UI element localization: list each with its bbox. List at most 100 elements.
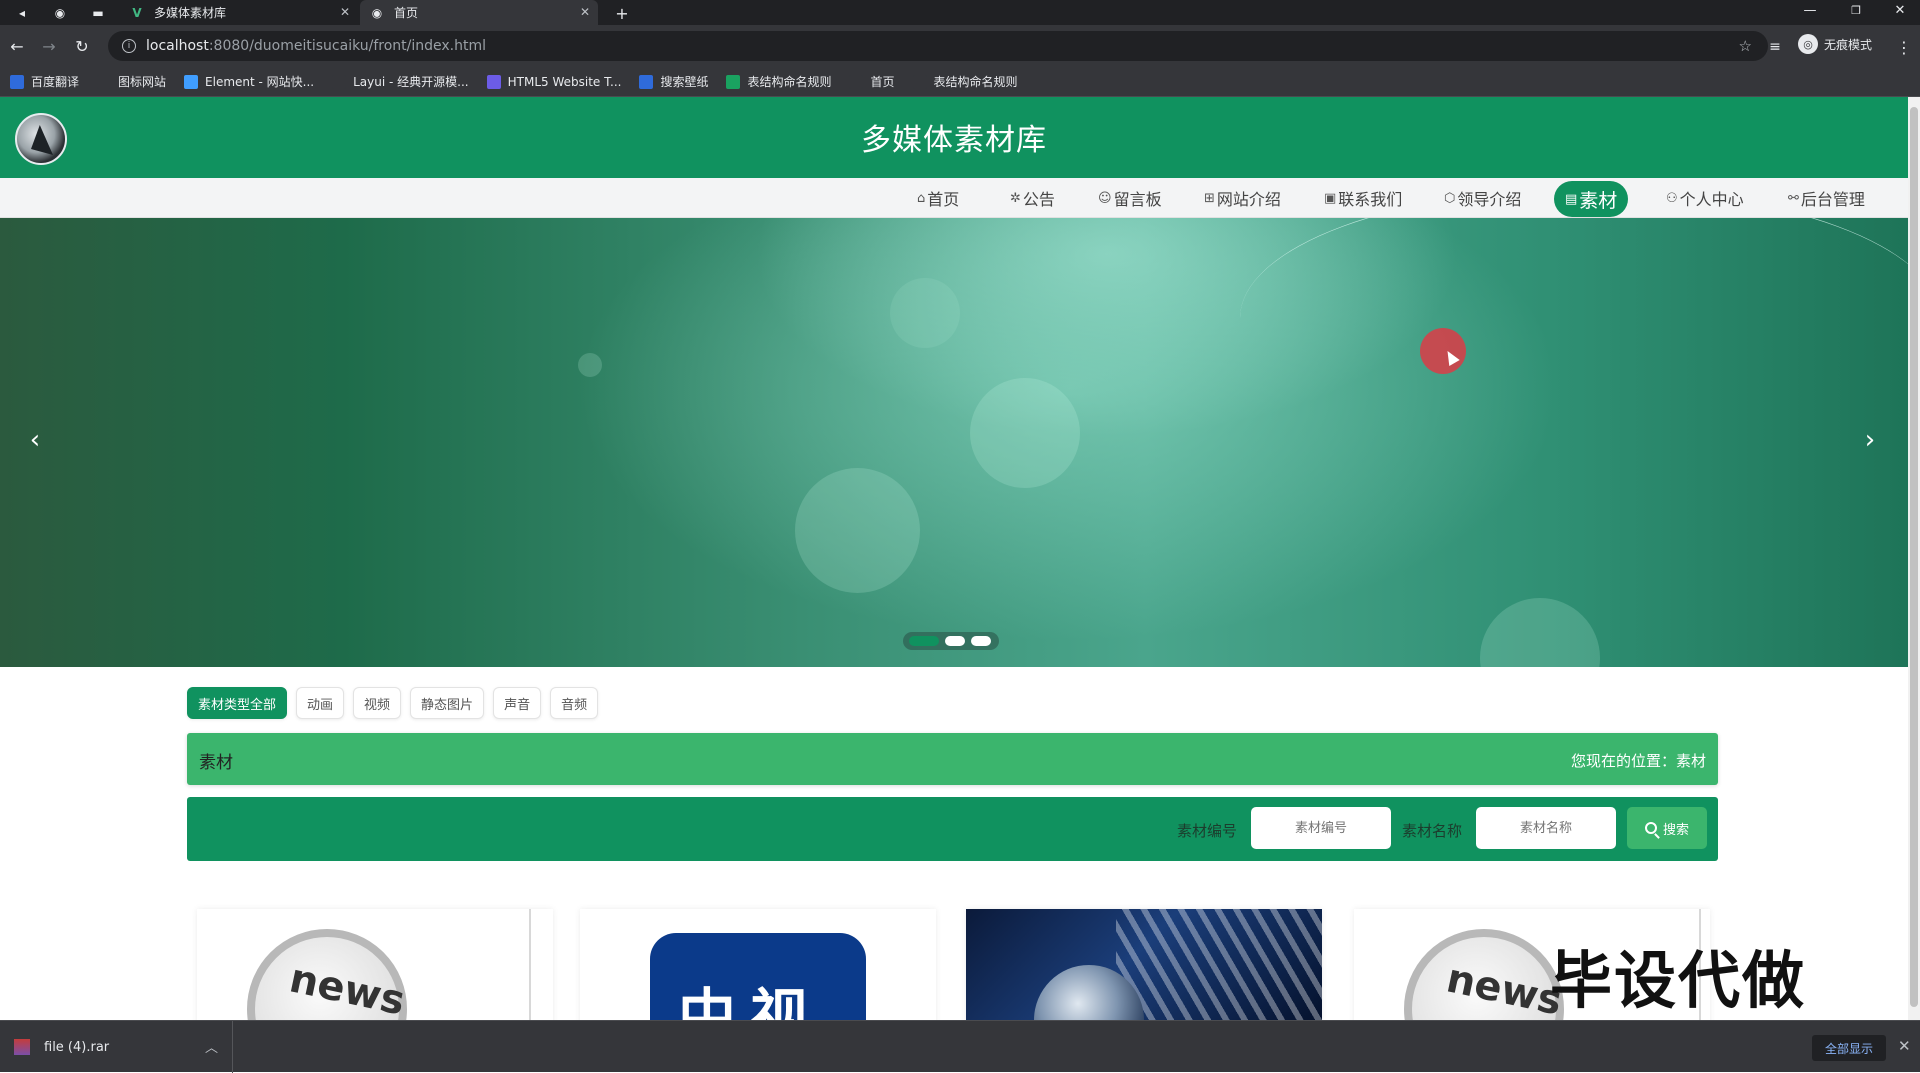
carousel-prev-button[interactable]: ‹ — [20, 420, 50, 460]
page-scrollbar[interactable] — [1908, 97, 1920, 1020]
nav-site-intro[interactable]: ⊞ 网站介绍 — [1204, 178, 1281, 218]
browser-tab-strip: ◂ ◉ ▬ V 多媒体素材库 ✕ ◉ 首页 ✕ + — ❐ ✕ — [0, 0, 1920, 25]
chevron-up-icon[interactable]: ︿ — [205, 1037, 218, 1056]
reload-icon[interactable]: ↻ — [71, 35, 93, 57]
user-icon: ⚇ — [1666, 190, 1678, 206]
nav-personal-center[interactable]: ⚇ 个人中心 — [1666, 178, 1744, 218]
close-icon[interactable]: ✕ — [580, 5, 590, 19]
section-title: 素材 — [199, 753, 233, 773]
bookmark-item[interactable]: 表结构命名规则 — [726, 73, 831, 90]
nav-label: 联系我们 — [1338, 190, 1403, 209]
window-icon[interactable]: ▬ — [88, 3, 108, 23]
incognito-indicator[interactable]: ◎ 无痕模式 — [1798, 34, 1872, 54]
globe-icon[interactable]: ◉ — [50, 3, 70, 23]
bookmark-label: Element - 网站快... — [205, 75, 315, 89]
nav-contact[interactable]: ▣ 联系我们 — [1324, 178, 1402, 218]
light-arc — [1240, 218, 1908, 448]
bookmark-label: HTML5 Website T... — [507, 74, 622, 89]
new-tab-button[interactable]: + — [612, 3, 632, 23]
carousel-dot[interactable] — [971, 636, 991, 646]
info-icon[interactable]: i — [122, 39, 136, 53]
close-icon[interactable]: ✕ — [1898, 1037, 1911, 1055]
carousel-next-button[interactable]: › — [1855, 420, 1885, 460]
filter-video[interactable]: 视频 — [353, 687, 402, 719]
bokeh-light — [1480, 598, 1600, 667]
reading-list-icon[interactable]: ≡ — [1764, 36, 1786, 58]
nav-home[interactable]: ⌂ 首页 — [917, 178, 959, 218]
cctv-thumbnail: 中视 — [650, 933, 866, 1020]
filter-sound[interactable]: 声音 — [493, 687, 542, 719]
search-panel: 素材编号 素材名称 搜索 — [187, 797, 1718, 861]
filter-static-image[interactable]: 静态图片 — [410, 687, 485, 719]
bookmark-item[interactable]: Layui - 经典开源模... — [332, 73, 469, 90]
nav-label: 首页 — [927, 190, 960, 209]
monitor-icon: ▤ — [1565, 191, 1578, 207]
message-icon: ☺ — [1098, 190, 1112, 206]
main-nav: ⌂ 首页 ✲ 公告 ☺ 留言板 ⊞ 网站介绍 ▣ 联系我们 ⬡ 领导介绍 ▤ 素材 ⚇ 个人中心… — [0, 178, 1908, 218]
download-item[interactable]: file (4).rar ︿ — [0, 1021, 233, 1073]
nav-notice[interactable]: ✲ 公告 — [1010, 178, 1055, 218]
bookmark-item[interactable]: 百度翻译 — [10, 73, 79, 90]
material-card[interactable] — [966, 909, 1322, 1020]
show-all-button[interactable]: 全部显示 — [1812, 1035, 1886, 1061]
bookmark-item[interactable]: 表结构命名规则 — [912, 73, 1018, 90]
tab-duomeiti[interactable]: V 多媒体素材库 ✕ — [120, 0, 358, 25]
menu-icon[interactable]: ⋮ — [1893, 36, 1915, 58]
nav-label: 素材 — [1579, 189, 1618, 212]
close-icon[interactable]: ✕ — [340, 5, 350, 19]
site-header: 多媒体素材库 — [0, 97, 1908, 178]
bookmark-item[interactable]: 图标网站 — [97, 73, 166, 90]
nav-material[interactable]: ▤ 素材 — [1554, 181, 1629, 217]
globe-news-thumbnail — [966, 909, 1322, 1020]
forward-icon[interactable]: → — [38, 35, 60, 57]
nav-label: 领导介绍 — [1457, 190, 1522, 209]
name-input[interactable] — [1476, 807, 1616, 849]
restore-icon[interactable]: ❐ — [1836, 0, 1876, 20]
home-icon: ⌂ — [917, 190, 926, 206]
contact-icon: ▣ — [1324, 190, 1337, 206]
bookmark-item[interactable]: Element - 网站快... — [184, 73, 314, 90]
incognito-icon: ◎ — [1798, 34, 1818, 54]
nav-leaders[interactable]: ⬡ 领导介绍 — [1444, 178, 1521, 218]
bookmark-label: 首页 — [870, 75, 895, 89]
page-viewport: 多媒体素材库 ⌂ 首页 ✲ 公告 ☺ 留言板 ⊞ 网站介绍 ▣ 联系我们 ⬡ 领导介绍 ▤ 素… — [0, 97, 1908, 1020]
carousel-dot[interactable] — [909, 636, 939, 646]
filter-animation[interactable]: 动画 — [296, 687, 345, 719]
sheet-icon — [726, 74, 741, 89]
back-icon[interactable]: ← — [6, 35, 28, 57]
bookmark-item[interactable]: HTML5 Website T... — [486, 74, 622, 89]
nav-message-board[interactable]: ☺ 留言板 — [1098, 178, 1162, 218]
window-close-icon[interactable]: ✕ — [1880, 0, 1920, 20]
nav-label: 网站介绍 — [1216, 190, 1281, 209]
thumbnail-text: 中视 — [678, 982, 823, 1020]
filter-audio[interactable]: 音频 — [550, 687, 599, 719]
audio-icon[interactable]: ◂ — [12, 3, 32, 23]
link-icon: ⚯ — [1788, 190, 1799, 206]
section-header: 素材 您现在的位置：素材 — [187, 733, 1718, 785]
material-card[interactable]: 中视 — [580, 909, 936, 1020]
bookmark-item[interactable]: 搜索壁纸 — [639, 73, 708, 90]
carousel-indicators — [903, 632, 999, 650]
tab-home[interactable]: ◉ 首页 ✕ — [360, 0, 598, 25]
bokeh-light — [970, 378, 1080, 488]
bokeh-light — [795, 468, 920, 593]
globe-icon — [912, 74, 927, 89]
bookmark-star-icon[interactable]: ☆ — [1739, 37, 1752, 55]
minimize-icon[interactable]: — — [1790, 0, 1830, 20]
bookmark-label: 表结构命名规则 — [747, 75, 832, 89]
material-type-filters: 素材类型全部 动画 视频 静态图片 声音 音频 — [187, 687, 607, 719]
filter-all[interactable]: 素材类型全部 — [187, 687, 288, 719]
nav-admin[interactable]: ⚯ 后台管理 — [1788, 178, 1865, 218]
code-input[interactable] — [1251, 807, 1391, 849]
material-card[interactable]: news — [197, 909, 553, 1020]
address-bar[interactable]: i localhost:8080/duomeitisucaiku/front/i… — [108, 31, 1768, 61]
bookmark-item[interactable]: 首页 — [849, 73, 895, 90]
search-icon — [1644, 822, 1657, 834]
nav-label: 后台管理 — [1800, 190, 1865, 209]
scrollbar-thumb[interactable] — [1910, 107, 1918, 1007]
bookmark-label: 百度翻译 — [31, 75, 80, 89]
light-arc — [380, 218, 900, 238]
search-button[interactable]: 搜索 — [1627, 807, 1707, 849]
banner-carousel[interactable]: ‹ › — [0, 218, 1908, 667]
carousel-dot[interactable] — [945, 636, 965, 646]
